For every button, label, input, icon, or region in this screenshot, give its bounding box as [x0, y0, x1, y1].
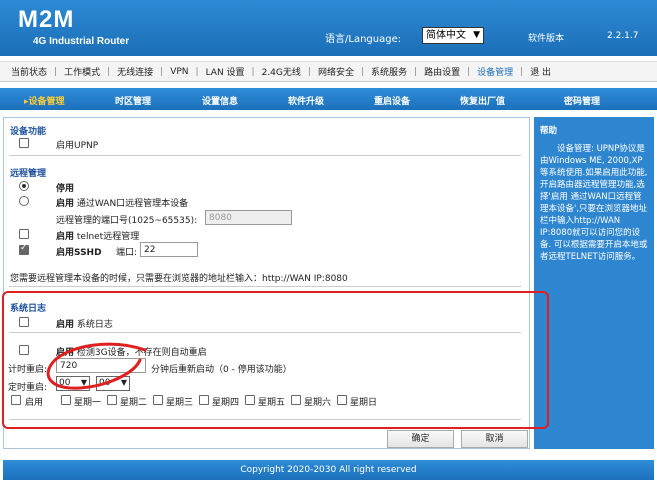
subnav-factory-reset[interactable]: 恢复出厂值 [460, 94, 505, 107]
weekday-label-mon: 星期一 [74, 398, 102, 408]
top-nav: 当前状态 | 工作模式 | 无线连接 | VPN | LAN 设置 | 2.4G无线 | 网… [0, 61, 657, 82]
divider [9, 155, 521, 156]
remote-enable-radio[interactable] [19, 196, 29, 206]
brand-subtitle: 4G Industrial Router [33, 36, 130, 47]
weekday-label-tue: 星期二 [120, 398, 148, 408]
syslog-checkbox[interactable] [19, 317, 29, 327]
remote-disable-label: 停用 [56, 184, 75, 194]
telnet-checkbox[interactable] [19, 229, 29, 239]
nav-wifi24[interactable]: 2.4G无线 [255, 65, 308, 78]
remote-port-label: 远程管理的端口号(1025~65535): [56, 216, 198, 226]
chevron-down-icon: ▼ [80, 378, 87, 387]
nav-status[interactable]: 当前状态 [4, 65, 54, 78]
divider [9, 286, 521, 287]
remote-enable-label: 启用 通过WAN口远程管理本设备 [56, 199, 189, 209]
help-text: 设备管理: UPNP协议是由Windows ME, 2000,XP等系统使用.如… [540, 144, 648, 262]
nav-device-management[interactable]: 设备管理 [470, 65, 520, 78]
sub-nav: ▸设备管理 时区管理 设置信息 软件升级 重启设备 恢复出厂值 密码管理 [0, 88, 657, 110]
weekday-label-sun: 星期日 [350, 398, 378, 408]
nav-vpn[interactable]: VPN [163, 67, 195, 77]
ok-button[interactable]: 确定 [387, 430, 454, 448]
remote-disable-radio[interactable] [19, 181, 29, 191]
timer-reboot-suffix: 分钟后重新启动（0 - 停用该功能） [151, 365, 292, 375]
cancel-button[interactable]: 取消 [461, 430, 528, 448]
sshd-label: 启用SSHD [56, 248, 102, 258]
help-title: 帮助 [540, 126, 558, 136]
footer-copyright: Copyright 2020-2030 All right reserved [3, 460, 654, 480]
detect-3g-checkbox[interactable] [19, 345, 29, 355]
detect-3g-label: 启用 检测3G设备，不存在则自动重启 [56, 348, 207, 358]
brand-logo: M2M [18, 6, 75, 33]
version-label: 软件版本 [528, 34, 565, 44]
nav-logout[interactable]: 退 出 [523, 65, 558, 78]
schedule-enable-label: 启用 [25, 398, 44, 408]
weekday-checkbox-sun[interactable] [337, 395, 347, 405]
remote-port-input[interactable]: 8080 [205, 210, 292, 225]
nav-security[interactable]: 网络安全 [311, 65, 361, 78]
schedule-enable-checkbox[interactable] [11, 395, 21, 405]
schedule-reboot-label: 定时重启: [8, 383, 48, 393]
weekday-checkbox-mon[interactable] [61, 395, 71, 405]
weekday-label-thu: 星期四 [212, 398, 240, 408]
nav-services[interactable]: 系统服务 [364, 65, 414, 78]
language-label: 语言/Language: [325, 34, 402, 45]
sshd-checkbox[interactable] [19, 243, 29, 255]
language-select[interactable]: 简体中文 ▼ [422, 27, 484, 44]
divider [9, 332, 521, 333]
header-bar: M2M 4G Industrial Router 语言/Language: 简体… [0, 0, 657, 56]
subnav-device-management[interactable]: ▸设备管理 [24, 94, 65, 107]
upnp-label: 启用UPNP [56, 141, 99, 151]
help-panel: 帮助 设备管理: UPNP协议是由Windows ME, 2000,XP等系统使… [534, 117, 654, 449]
sshd-port-input[interactable]: 22 [140, 242, 198, 257]
weekday-checkbox-fri[interactable] [245, 395, 255, 405]
remote-note: 您需要远程管理本设备的时候，只需要在浏览器的地址栏输入：http://WAN I… [10, 274, 348, 284]
subnav-timezone[interactable]: 时区管理 [115, 94, 151, 107]
nav-routing[interactable]: 路由设置 [417, 65, 467, 78]
subnav-reboot[interactable]: 重启设备 [374, 94, 410, 107]
timer-reboot-label: 计时重启: [8, 365, 48, 375]
timer-reboot-input[interactable]: 720 [56, 358, 146, 373]
sshd-port-label: 端口: [116, 248, 138, 258]
subnav-firmware-upgrade[interactable]: 软件升级 [288, 94, 324, 107]
weekday-checkbox-wed[interactable] [153, 395, 163, 405]
section-title-syslog: 系统日志 [10, 304, 47, 314]
main-panel: 设备功能 启用UPNP 远程管理 停用 启用 通过WAN口远程管理本设备 远程管… [3, 117, 530, 449]
weekday-checkbox-sat[interactable] [291, 395, 301, 405]
chevron-down-icon: ▼ [120, 378, 127, 387]
weekday-label-wed: 星期三 [166, 398, 194, 408]
syslog-label: 启用 系统日志 [56, 320, 113, 330]
section-title-remote: 远程管理 [10, 169, 47, 179]
nav-work-mode[interactable]: 工作模式 [57, 65, 107, 78]
chevron-down-icon: ▼ [473, 30, 480, 40]
nav-lan[interactable]: LAN 设置 [199, 65, 252, 78]
minute-select[interactable]: 00 ▼ [96, 376, 130, 391]
divider [9, 419, 521, 420]
upnp-checkbox[interactable] [19, 138, 29, 148]
telnet-label: 启用 telnet远程管理 [56, 232, 140, 242]
hour-select[interactable]: 00 ▼ [56, 376, 90, 391]
weekday-label-fri: 星期五 [258, 398, 286, 408]
nav-wireless-connect[interactable]: 无线连接 [110, 65, 160, 78]
subnav-settings-info[interactable]: 设置信息 [202, 94, 238, 107]
weekday-checkbox-thu[interactable] [199, 395, 209, 405]
section-title-device-function: 设备功能 [10, 127, 47, 137]
weekday-checkbox-tue[interactable] [107, 395, 117, 405]
weekday-label-sat: 星期六 [304, 398, 332, 408]
version-value: 2.2.1.7 [607, 31, 639, 41]
subnav-password[interactable]: 密码管理 [564, 94, 600, 107]
